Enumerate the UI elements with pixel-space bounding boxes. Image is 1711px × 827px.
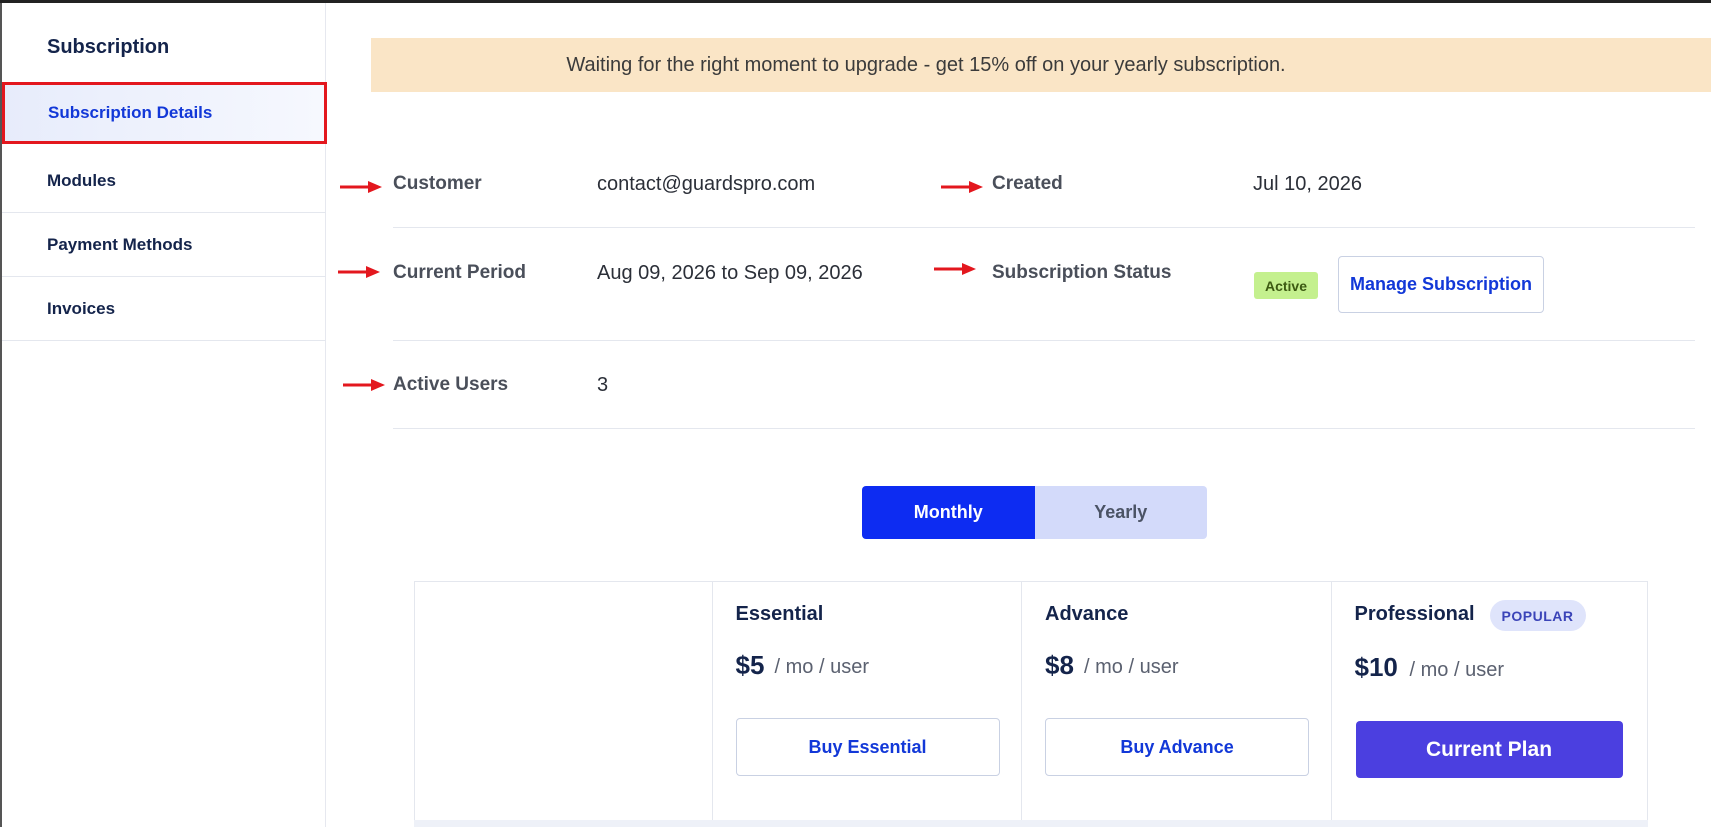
buy-essential-button[interactable]: Buy Essential — [735, 718, 1000, 776]
sidebar-item-label: Invoices — [47, 298, 116, 318]
plan-price: $5 — [735, 650, 765, 680]
sidebar-item-subscription-details[interactable]: Subscription Details — [2, 82, 327, 144]
sidebar-item-label: Subscription Details — [48, 103, 213, 122]
monthly-toggle-option[interactable]: Monthly — [862, 486, 1035, 539]
billing-period-toggle: Monthly Yearly — [862, 486, 1207, 539]
plan-card-essential: Essential $5 / mo / user Buy Essential — [711, 582, 1022, 827]
red-arrow-icon — [343, 379, 385, 391]
popular-badge: POPULAR — [1489, 600, 1586, 631]
plan-price: $10 — [1354, 652, 1398, 682]
sidebar-title: Subscription — [47, 36, 170, 58]
buy-advance-button[interactable]: Buy Advance — [1045, 718, 1310, 776]
plans-table: Essential $5 / mo / user Buy Essential A… — [414, 581, 1648, 827]
plan-unit: / mo / user — [1409, 659, 1504, 681]
upgrade-banner: Waiting for the right moment to upgrade … — [371, 38, 1711, 92]
plan-name: Essential — [735, 603, 824, 625]
status-badge: Active — [1254, 272, 1318, 299]
plan-unit: / mo / user — [774, 656, 869, 678]
customer-value: contact@guardspro.com — [597, 173, 816, 195]
plan-price: $8 — [1045, 650, 1074, 680]
manage-subscription-button[interactable]: Manage Subscription — [1338, 256, 1544, 313]
sidebar-item-invoices[interactable]: Invoices — [2, 277, 326, 341]
current-period-label: Current Period — [393, 262, 527, 283]
plan-card-professional: Professional POPULAR $10 / mo / user Cur… — [1330, 582, 1647, 827]
divider — [393, 340, 1695, 341]
plan-name: Professional — [1354, 603, 1475, 625]
plans-label-column — [415, 582, 712, 827]
divider — [393, 428, 1695, 429]
plan-card-advance: Advance $8 / mo / user Buy Advance — [1021, 582, 1331, 827]
sidebar-item-modules[interactable]: Modules — [2, 149, 326, 213]
plan-unit: / mo / user — [1084, 656, 1179, 678]
plan-name: Advance — [1045, 603, 1129, 625]
current-plan-button[interactable]: Current Plan — [1355, 721, 1623, 778]
sidebar-item-label: Modules — [47, 170, 116, 190]
created-value: Jul 10, 2026 — [1253, 173, 1362, 195]
sidebar-item-payment-methods[interactable]: Payment Methods — [2, 213, 326, 277]
customer-label: Customer — [393, 173, 482, 194]
active-users-value: 3 — [597, 374, 609, 396]
sidebar-item-label: Payment Methods — [47, 234, 193, 254]
red-arrow-icon — [338, 266, 380, 278]
banner-text: Waiting for the right moment to upgrade … — [566, 53, 1286, 76]
subscription-status-label: Subscription Status — [992, 262, 1172, 283]
red-arrow-icon — [934, 263, 976, 275]
red-arrow-icon — [340, 181, 382, 193]
divider — [393, 227, 1695, 228]
created-label: Created — [992, 173, 1063, 194]
active-users-label: Active Users — [393, 374, 509, 395]
sidebar: Subscription Subscription Details Module… — [0, 3, 327, 827]
plans-table-footer — [414, 820, 1648, 827]
current-period-value: Aug 09, 2026 to Sep 09, 2026 — [597, 262, 863, 284]
red-arrow-icon — [941, 181, 983, 193]
yearly-toggle-option[interactable]: Yearly — [1034, 486, 1207, 539]
